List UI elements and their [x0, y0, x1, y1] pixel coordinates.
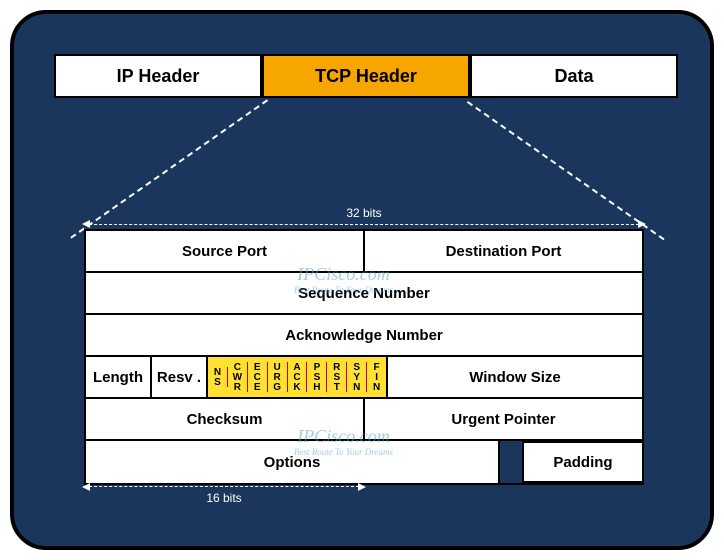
options-padding-gap	[500, 441, 522, 483]
ip-header-cell: IP Header	[54, 54, 262, 98]
checksum-field: Checksum	[86, 399, 365, 439]
row-flags: Length Resv . NS CWR ECE URG ACK PSH RST…	[86, 357, 642, 399]
row-ack: Acknowledge Number	[86, 315, 642, 357]
padding-field: Padding	[522, 441, 642, 483]
row-ports: Source Port Destination Port	[86, 231, 642, 273]
acknowledge-number-field: Acknowledge Number	[86, 315, 642, 355]
diagram-frame: IP Header TCP Header Data 32 bits Source…	[10, 10, 714, 550]
row-checksum: Checksum Urgent Pointer	[86, 399, 642, 441]
row-sequence: Sequence Number	[86, 273, 642, 315]
urgent-pointer-field: Urgent Pointer	[365, 399, 642, 439]
data-cell: Data	[470, 54, 678, 98]
flags-group: NS CWR ECE URG ACK PSH RST SYN FIN	[208, 357, 388, 397]
row-options: Options Padding	[86, 441, 642, 483]
width-32-bits-label: 32 bits	[84, 206, 644, 225]
flag-ack: ACK	[288, 362, 308, 392]
flag-syn: SYN	[347, 362, 367, 392]
reserved-field: Resv .	[152, 357, 208, 397]
options-field: Options	[86, 441, 500, 483]
window-size-field: Window Size	[388, 357, 642, 397]
tcp-header-table: Source Port Destination Port Sequence Nu…	[84, 229, 644, 485]
flag-ns: NS	[208, 367, 228, 387]
flag-psh: PSH	[307, 362, 327, 392]
tcp-header-cell: TCP Header	[262, 54, 470, 98]
packet-structure-bar: IP Header TCP Header Data	[54, 54, 678, 98]
flag-ece: ECE	[248, 362, 268, 392]
sequence-number-field: Sequence Number	[86, 273, 642, 313]
flag-cwr: CWR	[228, 362, 248, 392]
flag-urg: URG	[268, 362, 288, 392]
source-port-field: Source Port	[86, 231, 365, 271]
flag-rst: RST	[327, 362, 347, 392]
flag-fin: FIN	[367, 362, 386, 392]
length-field: Length	[86, 357, 152, 397]
destination-port-field: Destination Port	[365, 231, 642, 271]
width-16-bits-label: 16 bits	[84, 486, 364, 505]
